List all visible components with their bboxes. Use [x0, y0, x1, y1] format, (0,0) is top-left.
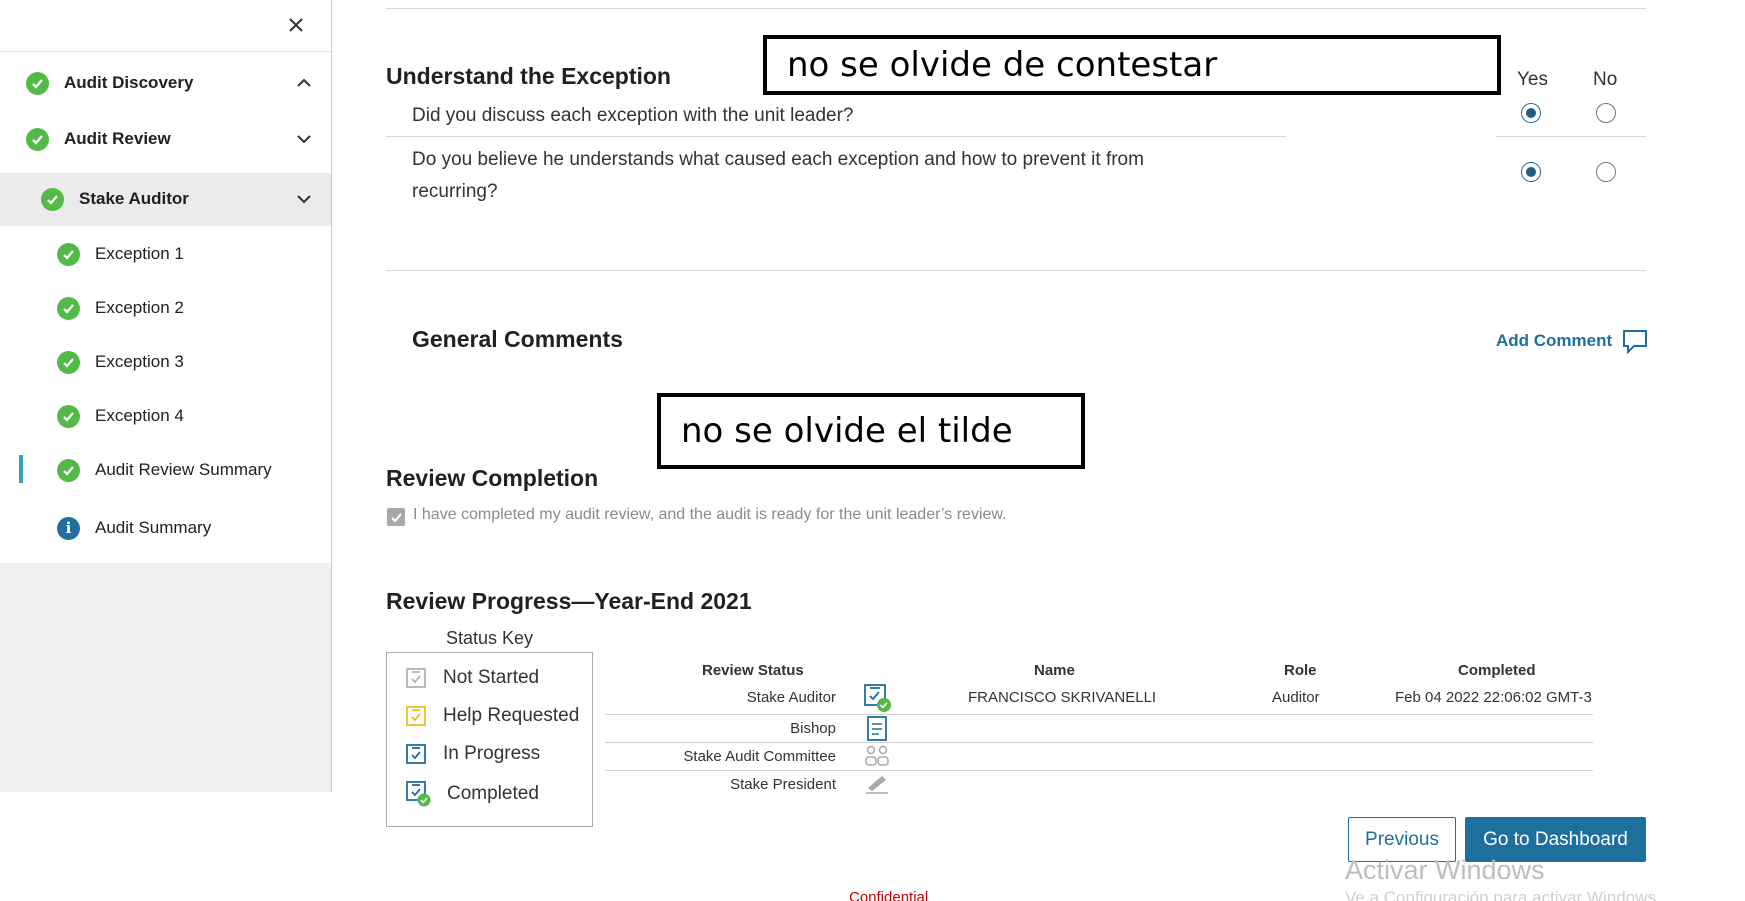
q1-yes-radio[interactable]: [1521, 103, 1541, 123]
completed-icon: [406, 781, 431, 807]
comment-icon: [1623, 330, 1648, 354]
q1-no-radio[interactable]: [1596, 103, 1616, 123]
check-circle-icon: [41, 187, 64, 211]
divider: [605, 742, 1593, 743]
sidebar-item-stake-auditor[interactable]: Stake Auditor: [0, 182, 331, 216]
close-icon[interactable]: [283, 12, 309, 38]
status-key-not-started: Not Started: [405, 667, 539, 689]
divider: [386, 270, 1646, 271]
confidential-label: Confidential: [849, 889, 929, 901]
status-key-label: In Progress: [443, 743, 541, 764]
sidebar-item-exception-1[interactable]: Exception 1: [0, 237, 331, 271]
info-icon: i: [57, 516, 80, 540]
sidebar-item-label: Exception 1: [95, 244, 184, 263]
chevron-down-icon[interactable]: [295, 130, 313, 148]
check-circle-icon: [57, 242, 80, 266]
completion-checkbox-label: I have completed my audit review, and th…: [413, 506, 1007, 523]
column-header-review-status: Review Status: [702, 662, 804, 679]
completed-cell: Feb 04 2022 22:06:02 GMT-3: [1395, 689, 1592, 706]
sidebar-item-label: Audit Discovery: [64, 73, 194, 92]
q2-no-radio[interactable]: [1596, 162, 1616, 182]
sidebar-header: [0, 0, 331, 52]
sidebar-item-label: Audit Review Summary: [95, 460, 272, 479]
status-key-in-progress: In Progress: [405, 743, 540, 765]
sidebar-item-exception-4[interactable]: Exception 4: [0, 399, 331, 433]
status-key-label: Help Requested: [443, 705, 580, 726]
divider: [605, 714, 1593, 715]
sidebar-item-label: Stake Auditor: [79, 189, 189, 208]
role-cell: Auditor: [1272, 689, 1320, 706]
divider: [605, 770, 1593, 771]
sidebar-item-audit-summary[interactable]: i Audit Summary: [0, 511, 331, 545]
check-circle-icon: [57, 458, 80, 482]
sidebar-item-audit-discovery[interactable]: Audit Discovery: [0, 66, 331, 100]
yes-column-header: Yes: [1517, 69, 1548, 90]
name-cell: FRANCISCO SKRIVANELLI: [968, 689, 1157, 706]
windows-activation-watermark: Activar Windows: [1345, 855, 1545, 885]
check-circle-icon: [57, 350, 80, 374]
sidebar-item-label: Audit Review: [64, 129, 171, 148]
divider: [386, 136, 1286, 137]
chevron-down-icon[interactable]: [295, 190, 313, 208]
in-progress-icon: [406, 744, 426, 764]
windows-activation-subtext: Ve a Configuración para activar Windows.: [1345, 888, 1661, 901]
sidebar-item-exception-3[interactable]: Exception 3: [0, 345, 331, 379]
sidebar-item-audit-review-summary[interactable]: Audit Review Summary: [0, 453, 331, 487]
sidebar-nav: Audit Discovery Audit Review Stake Audit…: [0, 0, 332, 792]
status-key-legend: Not Started Help Requested In Progress C…: [386, 652, 593, 827]
completed-icon: [864, 684, 891, 712]
completion-checkbox[interactable]: [387, 508, 405, 526]
annotation-box-1: no se olvide de contestar: [763, 35, 1501, 95]
review-status-cell: Stake Auditor: [746, 689, 836, 706]
section-title-general-comments: General Comments: [412, 326, 623, 352]
add-comment-button[interactable]: Add Comment: [1496, 328, 1648, 354]
chevron-up-icon[interactable]: [295, 74, 313, 92]
sidebar-item-exception-2[interactable]: Exception 2: [0, 291, 331, 325]
add-comment-label: Add Comment: [1496, 331, 1613, 350]
status-key-label: Not Started: [443, 667, 540, 688]
q2-yes-radio[interactable]: [1521, 162, 1541, 182]
divider: [386, 8, 1646, 9]
column-header-completed: Completed: [1458, 662, 1536, 679]
question-2-line-1: Do you believe he understands what cause…: [412, 149, 1144, 170]
annotation-box-2: no se olvide el tilde: [657, 393, 1085, 469]
column-header-role: Role: [1284, 662, 1317, 679]
check-circle-icon: [57, 296, 80, 320]
question-1: Did you discuss each exception with the …: [412, 105, 854, 126]
help-requested-icon: [406, 706, 426, 726]
review-status-cell: Stake Audit Committee: [683, 748, 836, 765]
section-title-exception: Understand the Exception: [386, 63, 671, 89]
sidebar-item-label: Exception 4: [95, 406, 184, 425]
sidebar-item-audit-review[interactable]: Audit Review: [0, 122, 331, 156]
sidebar-item-label: Exception 3: [95, 352, 184, 371]
checkmark-icon: [390, 512, 402, 522]
status-key-label: Completed: [447, 783, 539, 804]
sidebar-empty-area: [0, 563, 331, 792]
review-status-cell: Bishop: [790, 720, 836, 737]
section-title-review-progress: Review Progress—Year-End 2021: [386, 588, 752, 614]
signature-icon: [866, 776, 888, 794]
not-started-icon: [406, 668, 426, 688]
sidebar-item-label: Exception 2: [95, 298, 184, 317]
question-2-line-2: recurring?: [412, 181, 498, 202]
document-icon: [867, 716, 887, 741]
no-column-header: No: [1593, 69, 1618, 90]
section-title-review-completion: Review Completion: [386, 465, 599, 491]
sidebar-item-label: Audit Summary: [95, 518, 212, 537]
check-circle-icon: [26, 127, 49, 151]
column-header-name: Name: [1034, 662, 1075, 679]
review-status-cell: Stake President: [730, 776, 836, 793]
divider: [1496, 136, 1646, 137]
status-key-completed: Completed: [405, 781, 539, 807]
group-icon: [865, 745, 889, 766]
check-circle-icon: [26, 71, 49, 95]
status-key-title: Status Key: [446, 628, 534, 648]
check-circle-icon: [57, 404, 80, 428]
status-key-help-requested: Help Requested: [405, 705, 579, 727]
